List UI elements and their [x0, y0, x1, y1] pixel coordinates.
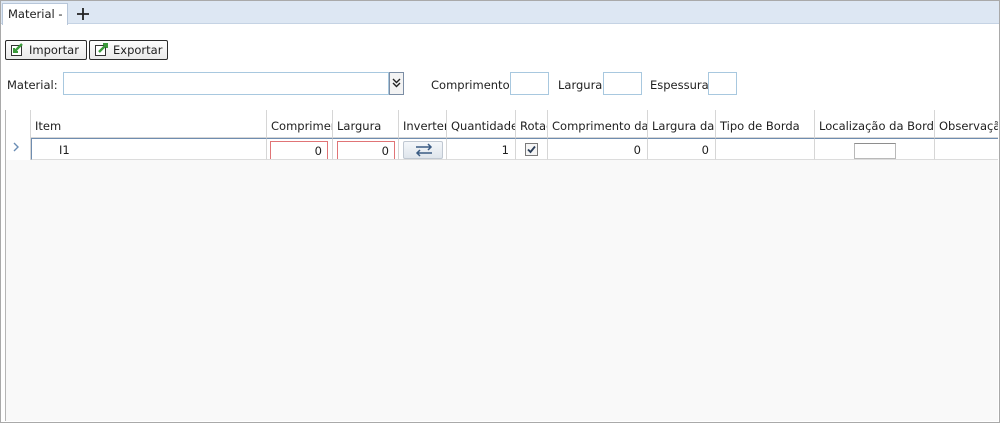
column-header-label: Tipo de Borda: [720, 119, 800, 133]
espessura-label: Espessura:: [650, 78, 713, 92]
tab-material-label: Material -: [8, 7, 63, 21]
largura-editor[interactable]: 0: [337, 141, 395, 159]
cell-localizacao-da-borda[interactable]: [815, 138, 935, 160]
import-button[interactable]: Importar: [5, 40, 87, 60]
material-combobox[interactable]: [63, 72, 389, 95]
quantidade-value: 1: [501, 143, 509, 157]
column-header-label: Observação: [939, 119, 998, 133]
column-header-observacao[interactable]: Observação: [935, 110, 998, 138]
column-header-largura[interactable]: Largura: [333, 110, 399, 138]
comprimento-da-value: 0: [633, 143, 641, 157]
export-button-label: Exportar: [113, 43, 163, 57]
cell-item[interactable]: I1: [31, 138, 267, 160]
comprimento-value: 0: [314, 144, 322, 158]
item-value: I1: [59, 143, 70, 157]
cell-observacao[interactable]: [935, 138, 998, 160]
column-header-label: Comprimento da: [552, 119, 648, 133]
column-header-comprimento-da[interactable]: Comprimento da: [548, 110, 648, 138]
cell-largura[interactable]: 0: [333, 138, 399, 160]
cell-inverter[interactable]: [399, 138, 447, 160]
cell-quantidade[interactable]: 1: [447, 138, 516, 160]
material-label: Material:: [7, 78, 58, 92]
double-chevron-down-icon: [390, 78, 403, 97]
comprimento-input[interactable]: [510, 72, 549, 95]
import-icon: [11, 43, 26, 56]
cell-rotacao[interactable]: [516, 138, 548, 160]
column-header-item[interactable]: Item: [31, 110, 267, 138]
column-header-quantidade[interactable]: Quantidade: [447, 110, 516, 138]
add-tab-button[interactable]: [72, 4, 94, 24]
largura-label: Largura:: [558, 78, 607, 92]
import-button-label: Importar: [29, 43, 79, 57]
column-header-tipo-de-borda[interactable]: Tipo de Borda: [716, 110, 815, 138]
parts-grid[interactable]: Item Comprimento Largura Inverter Quanti…: [5, 110, 998, 421]
column-header-label: Quantidade: [451, 119, 516, 133]
column-header-label: Comprimento: [271, 119, 332, 133]
swap-button[interactable]: [403, 141, 443, 159]
largura-da-value: 0: [701, 143, 709, 157]
largura-input[interactable]: [603, 72, 642, 95]
cell-tipo-de-borda[interactable]: [716, 138, 815, 160]
column-header-label: Largura da: [652, 119, 715, 133]
comprimento-label: Comprimento:: [431, 78, 514, 92]
column-header-label: Localização da Borda: [819, 119, 935, 133]
column-header-inverter[interactable]: Inverter: [399, 110, 447, 138]
swap-arrows-icon: [404, 143, 444, 159]
column-header-comprimento[interactable]: Comprimento: [267, 110, 333, 138]
column-header-rotacao[interactable]: Rotação: [516, 110, 548, 138]
comprimento-editor[interactable]: 0: [270, 141, 328, 159]
rotacao-checkbox[interactable]: [525, 143, 538, 156]
cell-comprimento-da[interactable]: 0: [548, 138, 648, 160]
chevron-right-icon[interactable]: [11, 141, 25, 155]
checkmark-icon: [526, 144, 537, 158]
tab-material[interactable]: Material -: [2, 3, 68, 25]
column-header-label: Inverter: [403, 119, 447, 133]
espessura-input[interactable]: [708, 72, 737, 95]
export-icon: [95, 43, 110, 56]
cell-largura-da[interactable]: 0: [648, 138, 716, 160]
cell-comprimento[interactable]: 0: [267, 138, 333, 160]
column-header-label: Largura: [337, 119, 382, 133]
plus-icon: [76, 4, 90, 26]
column-header-largura-da[interactable]: Largura da: [648, 110, 716, 138]
column-header-label: Rotação: [520, 119, 547, 133]
export-button[interactable]: Exportar: [89, 40, 168, 60]
edge-location-selector[interactable]: [854, 143, 896, 159]
column-header-label: Item: [35, 119, 62, 133]
material-dropdown-button[interactable]: [389, 72, 404, 95]
column-header-localizacao-da-borda[interactable]: Localização da Borda: [815, 110, 935, 138]
largura-value: 0: [381, 144, 389, 158]
tab-strip: Material -: [1, 1, 999, 25]
